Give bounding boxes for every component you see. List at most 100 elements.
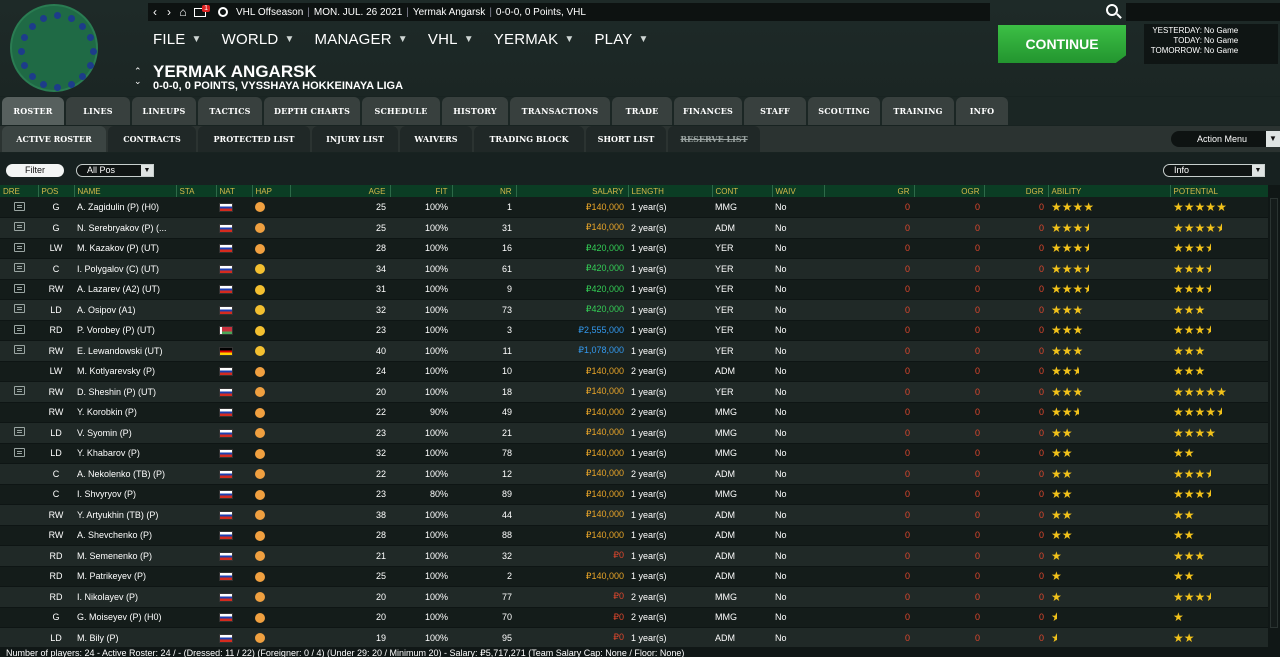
menu-item-play[interactable]: PLAY ▼ xyxy=(594,31,648,48)
table-row[interactable]: LD Y. Khabarov (P) 32 100% 78 ₽140,000 1 year(… xyxy=(0,443,1268,464)
column-header-salary[interactable]: SALARY xyxy=(516,185,629,197)
column-header-age[interactable]: AGE xyxy=(290,185,391,197)
column-header-hap[interactable]: HAP xyxy=(252,185,291,197)
player-name[interactable]: A. Zagidulin (P) (H0) xyxy=(74,197,176,218)
player-name[interactable]: M. Kotlyarevsky (P) xyxy=(74,361,176,382)
table-row[interactable]: RW Y. Korobkin (P) 22 90% 49 ₽140,000 2 year(s… xyxy=(0,402,1268,423)
player-name[interactable]: A. Lazarev (A2) (UT) xyxy=(74,279,176,300)
tab-transactions[interactable]: TRANSACTIONS xyxy=(510,97,610,125)
home-icon[interactable]: ⌂ xyxy=(176,5,190,19)
column-header-sta[interactable]: STA xyxy=(176,185,217,197)
table-row[interactable]: RD M. Semenenko (P) 21 100% 32 ₽0 1 year(s) ADM… xyxy=(0,545,1268,567)
tab-finances[interactable]: FINANCES xyxy=(674,97,742,125)
tab-info[interactable]: INFO xyxy=(956,97,1008,125)
column-header-nat[interactable]: NAT xyxy=(216,185,253,197)
player-name[interactable]: I. Nikolayev (P) xyxy=(74,586,176,608)
column-header-nr[interactable]: NR xyxy=(452,185,517,197)
dress-cell[interactable] xyxy=(0,463,38,485)
tab-tactics[interactable]: TACTICS xyxy=(198,97,262,125)
back-arrow-icon[interactable]: ‹ xyxy=(148,5,162,19)
position-select[interactable]: All Pos ▼ xyxy=(76,164,154,177)
table-row[interactable]: C I. Polygalov (C) (UT) 34 100% 61 ₽420,000 1 … xyxy=(0,258,1268,280)
column-header-waiv[interactable]: WAIV xyxy=(772,185,825,197)
menu-item-file[interactable]: FILE ▼ xyxy=(153,31,202,48)
table-row[interactable]: RD I. Nikolayev (P) 20 100% 77 ₽0 2 year(s) MMG… xyxy=(0,586,1268,608)
column-header-ability[interactable]: ABILITY xyxy=(1048,185,1171,197)
table-row[interactable]: LW M. Kazakov (P) (UT) 28 100% 16 ₽420,000 1 y… xyxy=(0,238,1268,259)
tab-trade[interactable]: TRADE xyxy=(612,97,672,125)
player-name[interactable]: E. Lewandowski (UT) xyxy=(74,340,176,362)
tab-scouting[interactable]: SCOUTING xyxy=(808,97,880,125)
column-header-pos[interactable]: POS xyxy=(38,185,75,197)
dress-cell[interactable] xyxy=(0,443,38,464)
tab-depth-charts[interactable]: DEPTH CHARTS xyxy=(264,97,360,125)
search-icon[interactable] xyxy=(1106,4,1118,16)
player-name[interactable]: A. Osipov (A1) xyxy=(74,299,176,321)
player-name[interactable]: I. Polygalov (C) (UT) xyxy=(74,258,176,280)
team-switch-arrows[interactable]: ⌃ ⌄ xyxy=(134,66,142,86)
tab-staff[interactable]: STAFF xyxy=(744,97,806,125)
subtab-injury-list[interactable]: INJURY LIST xyxy=(312,126,398,152)
subtab-active-roster[interactable]: ACTIVE ROSTER xyxy=(2,126,106,152)
table-row[interactable]: RW A. Lazarev (A2) (UT) 31 100% 9 ₽420,000 1 y… xyxy=(0,279,1268,300)
subtab-short-list[interactable]: SHORT LIST xyxy=(586,126,666,152)
forward-arrow-icon[interactable]: › xyxy=(162,5,176,19)
subtab-contracts[interactable]: CONTRACTS xyxy=(108,126,196,152)
dress-cell[interactable] xyxy=(0,381,38,403)
tab-history[interactable]: HISTORY xyxy=(442,97,508,125)
menu-item-manager[interactable]: MANAGER ▼ xyxy=(315,31,408,48)
player-name[interactable]: M. Bily (P) xyxy=(74,627,176,647)
table-row[interactable]: LW M. Kotlyarevsky (P) 24 100% 10 ₽140,000 2 y… xyxy=(0,361,1268,382)
player-name[interactable]: A. Shevchenko (P) xyxy=(74,525,176,546)
column-header-cont[interactable]: CONT xyxy=(712,185,773,197)
tab-roster[interactable]: ROSTER xyxy=(2,97,64,125)
column-header-name[interactable]: NAME xyxy=(74,185,177,197)
player-name[interactable]: V. Syomin (P) xyxy=(74,422,176,444)
table-row[interactable]: LD A. Osipov (A1) 32 100% 73 ₽420,000 1 year(s… xyxy=(0,299,1268,321)
menu-item-world[interactable]: WORLD ▼ xyxy=(222,31,295,48)
dress-cell[interactable] xyxy=(0,299,38,321)
tab-lines[interactable]: LINES xyxy=(66,97,130,125)
dress-cell[interactable] xyxy=(0,545,38,567)
action-menu-dropdown[interactable]: Action Menu ▼ xyxy=(1171,131,1280,147)
table-row[interactable]: C A. Nekolenko (TB) (P) 22 100% 12 ₽140,000 2 … xyxy=(0,463,1268,485)
table-row[interactable]: RW A. Shevchenko (P) 28 100% 88 ₽140,000 1 yea… xyxy=(0,525,1268,546)
player-name[interactable]: Y. Khabarov (P) xyxy=(74,443,176,464)
dress-cell[interactable] xyxy=(0,484,38,505)
dress-cell[interactable] xyxy=(0,525,38,546)
column-header-fit[interactable]: FIT xyxy=(390,185,453,197)
column-header-dre[interactable]: DRE xyxy=(0,185,39,197)
player-name[interactable]: Y. Artyukhin (TB) (P) xyxy=(74,504,176,526)
player-name[interactable]: M. Semenenko (P) xyxy=(74,545,176,567)
menu-item-vhl[interactable]: VHL ▼ xyxy=(428,31,474,48)
table-row[interactable]: RW E. Lewandowski (UT) 40 100% 11 ₽1,078,000 1… xyxy=(0,340,1268,362)
tab-schedule[interactable]: SCHEDULE xyxy=(362,97,440,125)
player-name[interactable]: G. Moiseyev (P) (H0) xyxy=(74,607,176,628)
table-row[interactable]: RD M. Patrikeyev (P) 25 100% 2 ₽140,000 1 year… xyxy=(0,566,1268,587)
dress-cell[interactable] xyxy=(0,340,38,362)
dress-cell[interactable] xyxy=(0,279,38,300)
search-input[interactable] xyxy=(1126,3,1280,21)
dress-cell[interactable] xyxy=(0,197,38,218)
dress-cell[interactable] xyxy=(0,422,38,444)
table-row[interactable]: RW D. Sheshin (P) (UT) 20 100% 18 ₽140,000 1 y… xyxy=(0,381,1268,403)
filter-button[interactable]: Filter xyxy=(6,164,64,177)
view-select[interactable]: Info ▼ xyxy=(1163,164,1265,177)
dress-cell[interactable] xyxy=(0,627,38,647)
dress-cell[interactable] xyxy=(0,361,38,382)
table-row[interactable]: G A. Zagidulin (P) (H0) 25 100% 1 ₽140,000 1 y… xyxy=(0,197,1268,218)
navbar-team[interactable]: Yermak Angarsk xyxy=(411,7,487,18)
column-header-potential[interactable]: POTENTIAL xyxy=(1170,185,1268,197)
mail-icon[interactable]: 1 xyxy=(194,4,210,17)
gear-icon[interactable] xyxy=(218,7,228,17)
table-row[interactable]: G N. Serebryakov (P) (... 25 100% 31 ₽140,000… xyxy=(0,217,1268,239)
dress-cell[interactable] xyxy=(0,566,38,587)
table-row[interactable]: RD P. Vorobey (P) (UT) 23 100% 3 ₽2,555,000 1 … xyxy=(0,320,1268,341)
tab-lineups[interactable]: LINEUPS xyxy=(132,97,196,125)
dress-cell[interactable] xyxy=(0,258,38,280)
player-name[interactable]: A. Nekolenko (TB) (P) xyxy=(74,463,176,485)
dress-cell[interactable] xyxy=(0,238,38,259)
table-row[interactable]: LD V. Syomin (P) 23 100% 21 ₽140,000 1 year(s)… xyxy=(0,422,1268,444)
column-header-length[interactable]: LENGTH xyxy=(628,185,713,197)
dress-cell[interactable] xyxy=(0,586,38,608)
